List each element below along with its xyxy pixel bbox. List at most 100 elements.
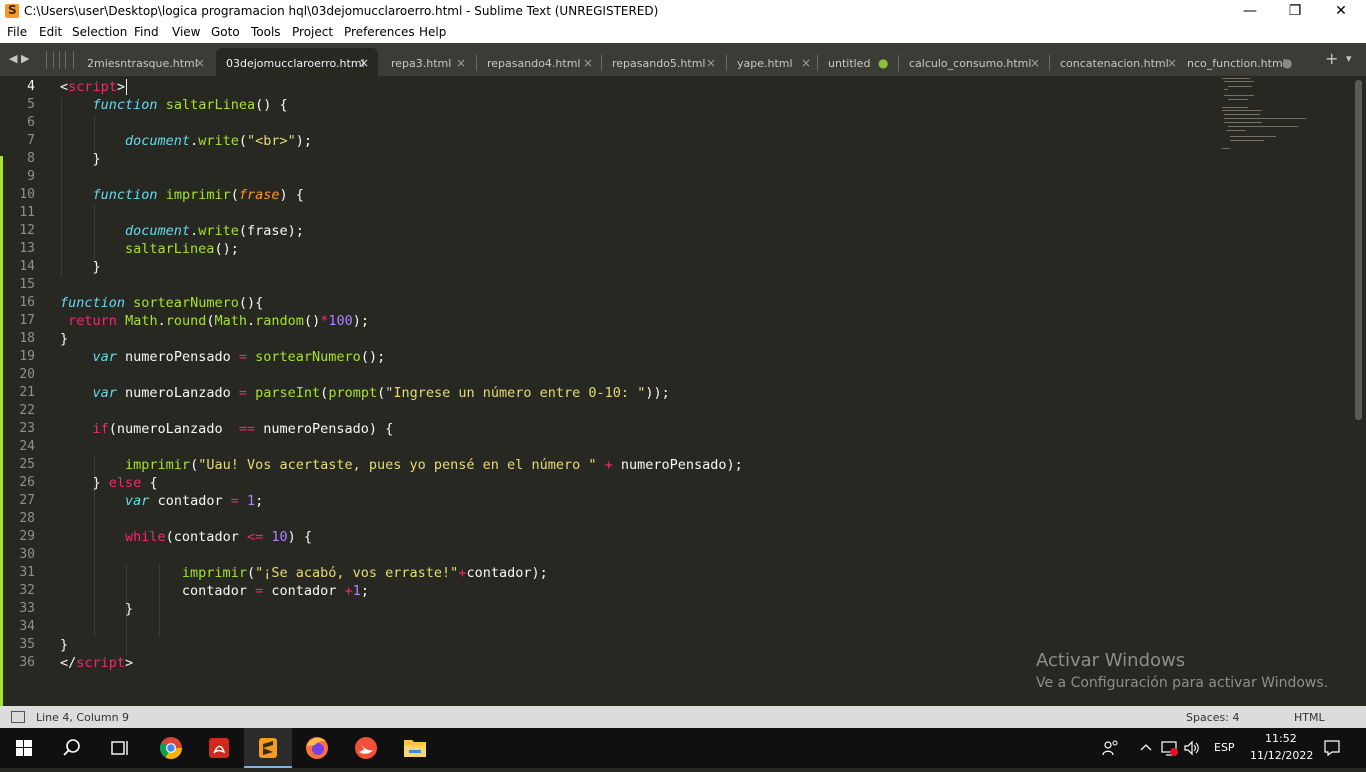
tab-untitled[interactable]: untitled ● — [818, 48, 898, 76]
task-view-icon — [111, 741, 128, 755]
menu-find[interactable]: Find — [134, 25, 159, 39]
chrome-icon — [160, 737, 182, 759]
tab-label: repa3.html — [391, 57, 452, 70]
tab-label: yape.html — [737, 57, 793, 70]
sublime-taskbar-button[interactable] — [244, 728, 292, 768]
tab-label: 2miesntrasque.html — [87, 57, 198, 70]
windows-taskbar: ESP 11:52 11/12/2022 — [0, 728, 1366, 768]
file-explorer-taskbar-button[interactable] — [391, 728, 439, 768]
tab-calculo-consumo[interactable]: calculo_consumo.html × — [899, 48, 1049, 76]
panel-toggle-icon[interactable] — [11, 711, 25, 723]
network-icon[interactable] — [1161, 739, 1179, 757]
chrome-taskbar-button[interactable] — [147, 728, 195, 768]
sublime-icon — [259, 738, 277, 758]
menu-project[interactable]: Project — [292, 25, 333, 39]
line-number: 21 — [19, 385, 35, 400]
people-icon[interactable] — [1102, 739, 1120, 757]
cursor-position: Line 4, Column 9 — [36, 711, 130, 724]
minimap[interactable] — [1218, 76, 1348, 156]
tab-close-icon[interactable]: × — [456, 56, 466, 70]
line-number: 12 — [19, 223, 35, 238]
line-number: 13 — [19, 241, 35, 256]
tab-close-icon[interactable]: × — [359, 56, 369, 70]
menu-selection[interactable]: Selection — [72, 25, 127, 39]
line-number: 35 — [19, 637, 35, 652]
syntax-setting[interactable]: HTML — [1294, 711, 1325, 724]
windows-activation-watermark: Activar Windows Ve a Configuración para … — [1036, 650, 1328, 691]
firefox-taskbar-button[interactable] — [293, 728, 341, 768]
line-number: 31 — [19, 565, 35, 580]
unsaved-dot-icon[interactable]: ● — [878, 56, 888, 70]
tab-close-icon[interactable]: × — [1030, 56, 1040, 70]
tab-yape[interactable]: yape.html × — [727, 48, 817, 76]
code-line: saltarLinea(); — [125, 241, 239, 257]
collapsed-tabs[interactable] — [46, 51, 74, 69]
code-line: } — [92, 151, 101, 167]
code-line: if(numeroLanzado == numeroPensado) { — [92, 421, 394, 437]
vertical-scrollbar[interactable] — [1355, 80, 1362, 420]
menu-edit[interactable]: Edit — [39, 25, 62, 39]
tab-close-icon[interactable]: × — [801, 56, 811, 70]
tab-2miesntrasque[interactable]: 2miesntrasque.html × — [75, 48, 213, 76]
code-line: return Math.round(Math.random()*100); — [68, 313, 369, 329]
search-button[interactable] — [48, 728, 96, 768]
tab-nco-function[interactable]: nco_function.html ● — [1185, 48, 1300, 76]
text-cursor — [126, 79, 127, 95]
line-number: 16 — [19, 295, 35, 310]
line-number: 8 — [27, 151, 35, 166]
chevron-up-icon[interactable] — [1139, 741, 1153, 755]
tab-label: nco_function.html — [1187, 57, 1286, 70]
tab-repasando5[interactable]: repasando5.html × — [602, 48, 726, 76]
start-button[interactable] — [0, 728, 48, 768]
input-language[interactable]: ESP — [1214, 741, 1235, 754]
close-button[interactable]: ✕ — [1318, 0, 1364, 23]
system-tray: ESP 11:52 11/12/2022 — [1095, 728, 1366, 768]
swift-app-taskbar-button[interactable] — [342, 728, 390, 768]
menu-help[interactable]: Help — [419, 25, 446, 39]
tab-label: 03dejomucclaroerro.html — [226, 57, 365, 70]
code-line: var contador = 1; — [125, 493, 264, 509]
line-number: 14 — [19, 259, 35, 274]
tab-repa3[interactable]: repa3.html × — [380, 48, 475, 76]
maximize-button[interactable]: ❐ — [1272, 0, 1318, 23]
tab-label: repasando5.html — [612, 57, 706, 70]
line-number: 26 — [19, 475, 35, 490]
tab-close-icon[interactable]: × — [706, 56, 716, 70]
code-line: function sortearNumero(){ — [60, 295, 264, 311]
clock-date[interactable]: 11/12/2022 — [1250, 749, 1313, 762]
code-editor[interactable]: <script> function saltarLinea() { docume… — [60, 76, 1210, 676]
minimize-button[interactable]: — — [1227, 0, 1273, 23]
tab-scroll-arrows-icon[interactable]: ◀ ▶ — [9, 52, 29, 65]
tab-03dejomucclaroerro[interactable]: 03dejomucclaroerro.html × — [216, 48, 378, 76]
code-line: } — [125, 601, 134, 617]
code-line: document.write("<br>"); — [125, 133, 313, 149]
line-number: 33 — [19, 601, 35, 616]
menu-file[interactable]: File — [7, 25, 27, 39]
volume-icon[interactable] — [1183, 739, 1201, 757]
indentation-setting[interactable]: Spaces: 4 — [1186, 711, 1239, 724]
tab-close-icon[interactable]: × — [583, 56, 593, 70]
tab-close-icon[interactable]: × — [195, 56, 205, 70]
unsaved-dot-icon[interactable]: ● — [1282, 56, 1292, 70]
menu-view[interactable]: View — [172, 25, 200, 39]
menu-goto[interactable]: Goto — [211, 25, 240, 39]
line-number: 17 — [19, 313, 35, 328]
acrobat-taskbar-button[interactable] — [195, 728, 243, 768]
clock-time[interactable]: 11:52 — [1265, 732, 1297, 745]
tab-repasando4[interactable]: repasando4.html × — [477, 48, 601, 76]
tab-concatenacion[interactable]: concatenacion.html × — [1050, 48, 1185, 76]
line-number: 20 — [19, 367, 35, 382]
notifications-icon[interactable] — [1323, 739, 1341, 757]
menu-preferences[interactable]: Preferences — [344, 25, 415, 39]
line-number: 28 — [19, 511, 35, 526]
line-number: 6 — [27, 115, 35, 130]
tab-list-dropdown-icon[interactable]: ▾ — [1346, 52, 1352, 65]
watermark-subtitle: Ve a Configuración para activar Windows. — [1036, 675, 1329, 691]
line-number: 15 — [19, 277, 35, 292]
line-number: 36 — [19, 655, 35, 670]
line-number: 19 — [19, 349, 35, 364]
tab-close-icon[interactable]: × — [1167, 56, 1177, 70]
new-tab-plus-icon[interactable]: + — [1325, 49, 1338, 68]
task-view-button[interactable] — [96, 728, 144, 768]
menu-tools[interactable]: Tools — [251, 25, 281, 39]
